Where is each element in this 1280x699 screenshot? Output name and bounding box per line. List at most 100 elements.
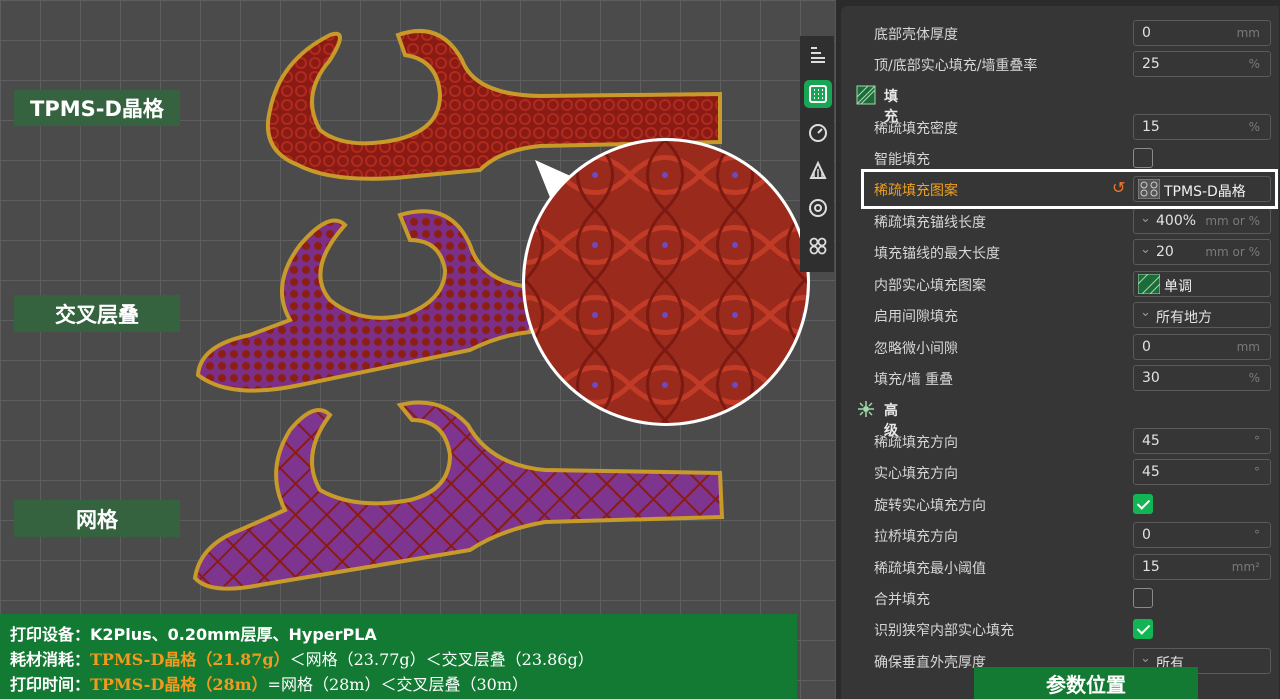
input-unit: ° xyxy=(1254,465,1260,479)
setting-ignore-small-gaps: 忽略微小间隙 0 mm xyxy=(841,332,1280,363)
infill-wall-overlap-input[interactable]: 30% xyxy=(1133,365,1271,391)
input-unit: ° xyxy=(1254,528,1260,542)
setting-label: 填充/墙 重叠 xyxy=(874,372,954,388)
setting-rotate-solid-infill: 旋转实心填充方向 xyxy=(841,489,1280,520)
infill-section-icon xyxy=(856,85,876,105)
model-grid xyxy=(192,400,725,591)
sparse-infill-density-input[interactable]: 15% xyxy=(1133,114,1271,140)
setting-top-bottom-overlap: 顶/底部实心填充/墙重叠率 25% xyxy=(841,49,1280,80)
layers-icon[interactable] xyxy=(804,40,832,68)
input-value: 0 xyxy=(1142,339,1151,355)
input-value: 0 xyxy=(1142,527,1151,543)
speed-icon[interactable] xyxy=(804,118,832,146)
highlight-frame xyxy=(861,169,1278,209)
input-value: 0 xyxy=(1142,25,1151,41)
label-grid: 网格 xyxy=(14,500,180,537)
setting-label: 稀疏填充锚线长度 xyxy=(874,215,986,231)
input-value: 45 xyxy=(1142,433,1160,449)
input-unit: mm xyxy=(1236,340,1260,354)
input-value: 20 xyxy=(1156,244,1174,260)
advanced-section-icon xyxy=(858,401,874,417)
setting-label: 填充锚线的最大长度 xyxy=(874,246,1000,262)
settings-list: 底部壳体厚度 0 mm 顶/底部实心填充/墙重叠率 25% 填充 稀疏填充密度 1… xyxy=(841,6,1279,699)
setting-label: 启用间隙填充 xyxy=(874,309,958,325)
detect-narrow-solid-infill-checkbox[interactable] xyxy=(1133,619,1153,639)
setting-infill-wall-overlap: 填充/墙 重叠 30% xyxy=(841,363,1280,394)
input-value: 15 xyxy=(1142,119,1160,135)
bottom-shell-thickness-input[interactable]: 0 mm xyxy=(1133,20,1271,46)
setting-label: 稀疏填充密度 xyxy=(874,121,958,137)
setting-label: 合并填充 xyxy=(874,592,930,608)
input-unit: ° xyxy=(1254,434,1260,448)
sparse-infill-direction-input[interactable]: 45 ° xyxy=(1133,428,1271,454)
summary-line-3-prefix: 打印时间： xyxy=(10,675,91,694)
setting-solid-infill-direction: 实心填充方向 45 ° xyxy=(841,457,1280,488)
monotonic-pattern-icon xyxy=(1138,274,1160,294)
summary-line-3: 打印时间：TPMS-D晶格（28m）=网格（28m）＜交叉层叠（30m） xyxy=(10,672,797,697)
internal-solid-infill-pattern-select[interactable]: 单调 xyxy=(1133,271,1271,297)
input-unit: mm or % xyxy=(1205,214,1260,228)
settings-panel: 底部壳体厚度 0 mm 顶/底部实心填充/墙重叠率 25% 填充 稀疏填充密度 1… xyxy=(835,0,1280,699)
bridge-direction-input[interactable]: 0 ° xyxy=(1133,522,1271,548)
label-cross: 交叉层叠 xyxy=(14,295,180,332)
filament-icon[interactable] xyxy=(804,194,832,222)
setting-sparse-infill-direction: 稀疏填充方向 45 ° xyxy=(841,426,1280,457)
setting-label: 稀疏填充最小阈值 xyxy=(874,561,986,577)
input-unit: % xyxy=(1248,57,1260,71)
infill-anchor-length-select[interactable]: ⌄ 400% mm or % xyxy=(1133,208,1271,234)
setting-detect-narrow-solid-infill: 识别狭窄内部实心填充 xyxy=(841,614,1280,645)
setting-min-sparse-infill-threshold: 稀疏填充最小阈值 15 mm² xyxy=(841,552,1280,583)
label-tpms: TPMS-D晶格 xyxy=(14,90,180,126)
3d-viewport[interactable]: TPMS-D晶格 交叉层叠 网格 打印设备：K2Plus、0.20mm层厚、Hy… xyxy=(0,0,835,699)
support-icon[interactable] xyxy=(804,156,832,184)
input-value: 45 xyxy=(1142,464,1160,480)
setting-label: 稀疏填充方向 xyxy=(874,435,958,451)
setting-label: 实心填充方向 xyxy=(874,466,958,482)
infill-anchor-max-select[interactable]: ⌄ 20 mm or % xyxy=(1133,239,1271,265)
summary-line-3-rest: =网格（28m）＜交叉层叠（30m） xyxy=(267,675,529,694)
input-value: 25 xyxy=(1142,56,1160,72)
setting-label: 忽略微小间隙 xyxy=(874,341,958,357)
rotate-solid-infill-checkbox[interactable] xyxy=(1133,494,1153,514)
setting-label: 智能填充 xyxy=(874,152,930,168)
setting-sparse-infill-density: 稀疏填充密度 15% xyxy=(841,112,1280,143)
input-unit: % xyxy=(1248,120,1260,134)
setting-bottom-shell-thickness: 底部壳体厚度 0 mm xyxy=(841,18,1280,49)
summary-box: 打印设备：K2Plus、0.20mm层厚、HyperPLA 耗材消耗： TPMS-… xyxy=(0,614,797,699)
input-unit: % xyxy=(1248,371,1260,385)
setting-merge-infill: 合并填充 xyxy=(841,583,1280,614)
setting-internal-solid-infill-pattern: 内部实心填充图案 单调 xyxy=(841,269,1280,300)
setting-bridge-direction: 拉桥填充方向 0 ° xyxy=(841,520,1280,551)
chevron-down-icon: ⌄ xyxy=(1140,651,1151,666)
input-value: 15 xyxy=(1142,559,1160,575)
summary-line-1: 打印设备：K2Plus、0.20mm层厚、HyperPLA xyxy=(10,622,797,647)
input-value: 所有地方 xyxy=(1156,310,1212,326)
input-unit: mm² xyxy=(1231,560,1260,574)
summary-line-1-prefix: 打印设备： xyxy=(10,625,91,644)
model-cross xyxy=(195,209,543,393)
input-value: 400% xyxy=(1156,213,1197,229)
others-icon[interactable] xyxy=(804,232,832,260)
chevron-down-icon: ⌄ xyxy=(1140,211,1151,226)
setting-infill-anchor-length: 稀疏填充锚线长度 ⌄ 400% mm or % xyxy=(841,206,1280,237)
setting-label: 确保垂直外壳厚度 xyxy=(874,655,986,671)
input-value: 30 xyxy=(1142,370,1160,386)
summary-line-1-value: K2Plus、0.20mm层厚、HyperPLA xyxy=(90,625,377,644)
input-unit: mm xyxy=(1236,26,1260,40)
param-location-tag: 参数位置 xyxy=(974,667,1198,699)
merge-infill-checkbox[interactable] xyxy=(1133,588,1153,608)
smart-infill-checkbox[interactable] xyxy=(1133,148,1153,168)
top-bottom-overlap-input[interactable]: 25% xyxy=(1133,51,1271,77)
gap-fill-select[interactable]: ⌄ 所有地方 xyxy=(1133,302,1271,328)
select-value: 单调 xyxy=(1164,279,1192,295)
setting-infill-anchor-max: 填充锚线的最大长度 ⌄ 20 mm or % xyxy=(841,237,1280,268)
solid-infill-direction-input[interactable]: 45 ° xyxy=(1133,459,1271,485)
infill-icon[interactable] xyxy=(804,80,832,108)
ignore-small-gaps-input[interactable]: 0 mm xyxy=(1133,334,1271,360)
summary-line-2-prefix: 耗材消耗： xyxy=(10,650,91,669)
summary-line-3-highlight: TPMS-D晶格（28m） xyxy=(90,675,268,694)
min-sparse-infill-threshold-input[interactable]: 15 mm² xyxy=(1133,554,1271,580)
settings-category-toolbar xyxy=(800,36,834,272)
input-unit: mm or % xyxy=(1205,245,1260,259)
setting-label: 拉桥填充方向 xyxy=(874,529,958,545)
